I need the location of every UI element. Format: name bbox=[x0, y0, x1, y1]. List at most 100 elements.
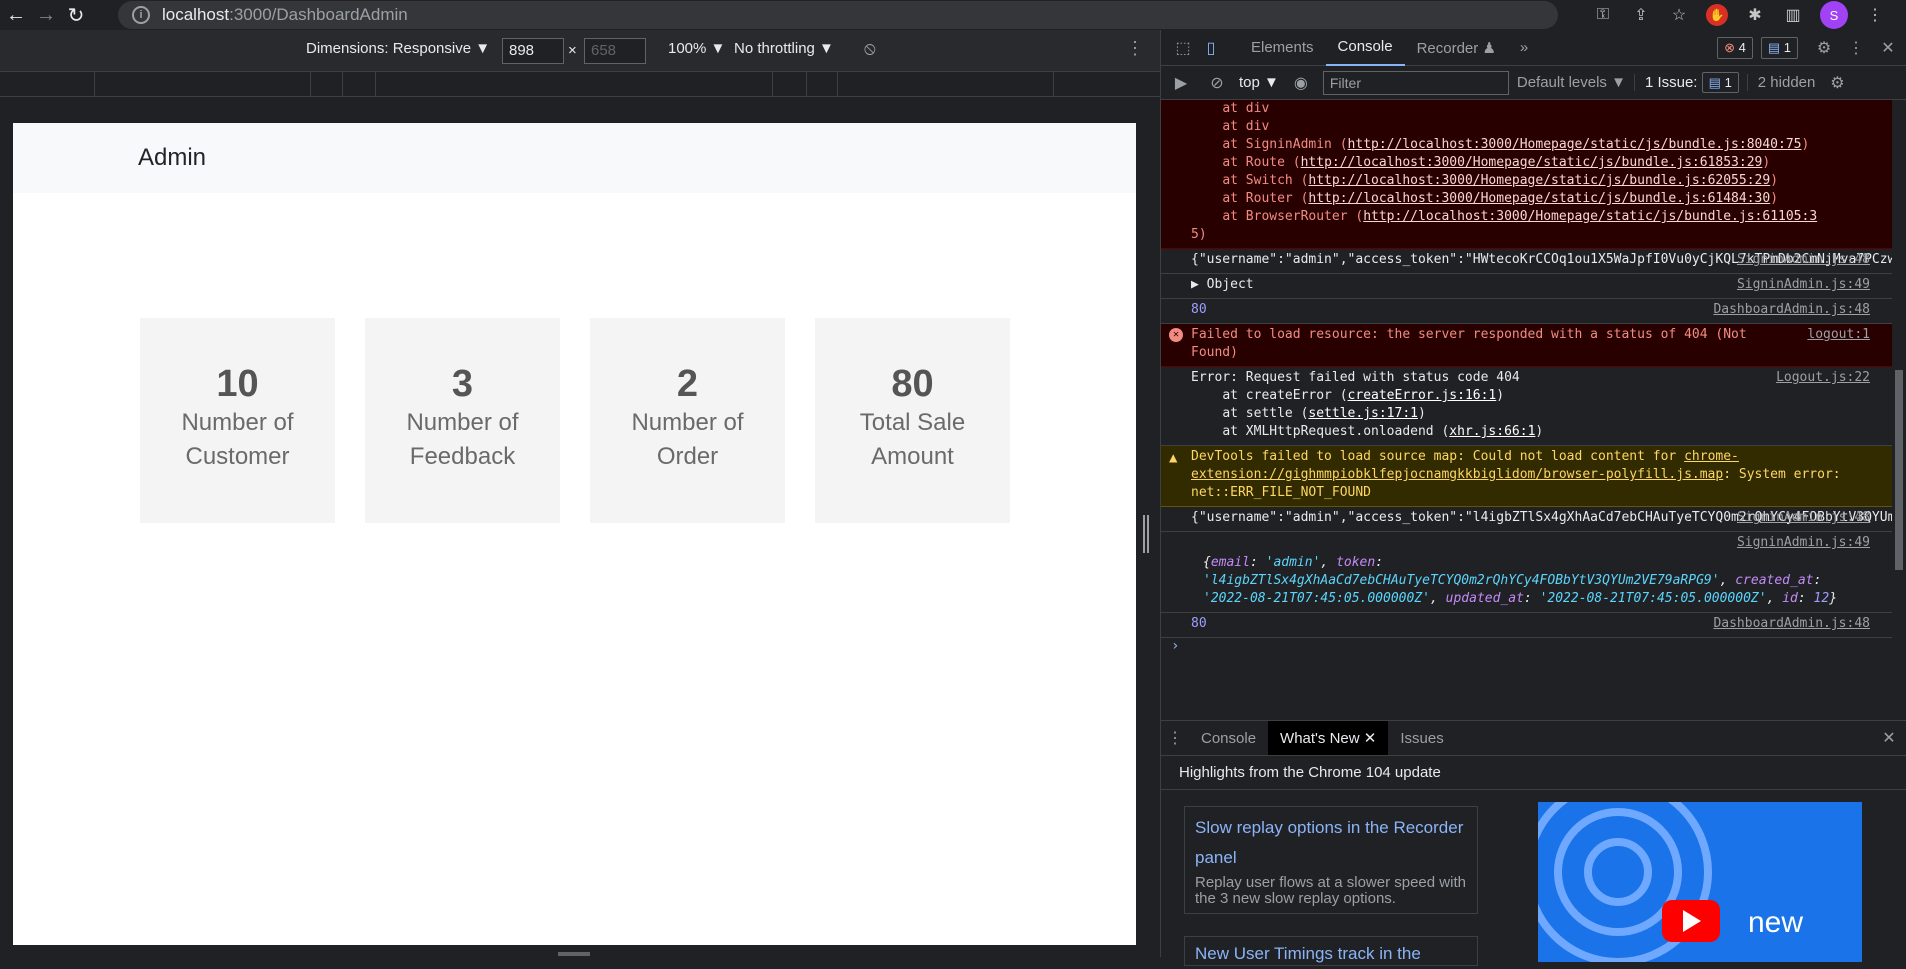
reload-icon[interactable]: ↻ bbox=[62, 1, 90, 29]
back-icon[interactable]: ← bbox=[2, 1, 30, 29]
side-panel-icon[interactable]: ▥ bbox=[1782, 4, 1804, 26]
stats-cards: 10 Number of Customer 3 Number of Feedba… bbox=[140, 318, 1010, 523]
card-value: 2 bbox=[676, 363, 699, 405]
object-toggle[interactable]: ▶ Object bbox=[1191, 277, 1254, 292]
drawer-tab-console[interactable]: Console bbox=[1189, 721, 1268, 755]
drawer-tab-whats-new[interactable]: What's New ✕ bbox=[1268, 721, 1389, 755]
emulated-viewport: Admin 10 Number of Customer 3 Number of … bbox=[13, 123, 1136, 945]
source-link[interactable]: DashboardAdmin.js:48 bbox=[1713, 301, 1870, 319]
extension-icon[interactable]: ✋ bbox=[1706, 4, 1728, 26]
console-toolbar: ▶ ⊘ top ▼ ◉ Filter Default levels ▼ 1 Is… bbox=[1161, 66, 1906, 100]
card-label: Number of Customer bbox=[181, 409, 294, 470]
profile-avatar[interactable]: S bbox=[1820, 1, 1848, 29]
feedback-count-card: 3 Number of Feedback bbox=[365, 318, 560, 523]
console-scrollbar[interactable] bbox=[1892, 100, 1906, 704]
zoom-select[interactable]: 100% ▼ bbox=[668, 40, 725, 57]
inspect-icon[interactable]: ⬚ bbox=[1169, 34, 1197, 62]
devtools-actions: ⊗ 4 ▤ 1 ⚙ ⋮ ✕ bbox=[1713, 34, 1902, 62]
error-count: 4 bbox=[1738, 40, 1746, 55]
site-info-icon[interactable]: i bbox=[132, 6, 150, 24]
console-log: 80 DashboardAdmin.js:48 bbox=[1161, 613, 1906, 638]
close-drawer-icon[interactable]: ✕ bbox=[1875, 724, 1903, 752]
source-link[interactable]: DashboardAdmin.js:48 bbox=[1713, 615, 1870, 633]
address-bar[interactable]: i localhost:3000/DashboardAdmin bbox=[118, 1, 1558, 29]
stack-link[interactable]: createError.js:16:1 bbox=[1348, 388, 1497, 403]
error-stack-message: at div at div at SigninAdmin (http://loc… bbox=[1161, 100, 1906, 249]
source-link[interactable]: SigninAdmin.js:48 bbox=[1737, 251, 1870, 269]
source-link[interactable]: SigninAdmin.js:49 bbox=[1737, 534, 1870, 552]
whats-new-image[interactable]: new bbox=[1538, 802, 1862, 962]
device-more-icon[interactable]: ⋮ bbox=[1126, 38, 1144, 59]
browser-toolbar: ← → ↻ i localhost:3000/DashboardAdmin ⚿ … bbox=[0, 0, 1906, 30]
hidden-count: 2 hidden bbox=[1746, 74, 1815, 91]
tab-elements[interactable]: Elements bbox=[1239, 30, 1326, 66]
tab-console[interactable]: Console bbox=[1325, 29, 1405, 66]
obj-key: created_at bbox=[1735, 573, 1814, 588]
viewport-bottom-handle[interactable] bbox=[558, 952, 590, 956]
obj-value: '2022-08-21T07:45:05.000000Z' bbox=[1539, 591, 1767, 606]
stack-link[interactable]: http://localhost:3000/Homepage/static/js… bbox=[1308, 191, 1770, 206]
stack-link[interactable]: settle.js:17:1 bbox=[1308, 406, 1418, 421]
customer-count-card: 10 Number of Customer bbox=[140, 318, 335, 523]
console-log: {"username":"admin","access_token":"l4ig… bbox=[1161, 507, 1906, 532]
source-link[interactable]: logout:1 bbox=[1807, 326, 1870, 344]
bookmark-star-icon[interactable]: ☆ bbox=[1668, 4, 1690, 26]
share-icon[interactable]: ⇪ bbox=[1630, 4, 1652, 26]
context-select[interactable]: top ▼ bbox=[1239, 74, 1279, 91]
key-icon[interactable]: ⚿ bbox=[1592, 4, 1614, 26]
whats-new-item[interactable]: Slow replay options in the Recorder pane… bbox=[1184, 806, 1478, 914]
clear-console-icon[interactable]: ⊘ bbox=[1203, 69, 1231, 97]
page-title: Admin bbox=[138, 144, 207, 171]
throttling-select[interactable]: No throttling ▼ bbox=[734, 40, 834, 57]
network-error-message: ✕ Failed to load resource: the server res… bbox=[1161, 324, 1906, 367]
console-settings-icon[interactable]: ⚙ bbox=[1823, 69, 1851, 97]
viewport-resize-handle[interactable] bbox=[1143, 515, 1149, 553]
stack-link[interactable]: http://localhost:3000/Homepage/static/js… bbox=[1363, 209, 1817, 224]
scroll-thumb[interactable] bbox=[1895, 370, 1903, 570]
obj-key: token bbox=[1336, 555, 1376, 570]
rotate-icon[interactable]: ⦸ bbox=[864, 38, 876, 59]
sidebar-toggle-icon[interactable]: ▶ bbox=[1167, 69, 1195, 97]
console-prompt[interactable]: › bbox=[1161, 638, 1906, 654]
issues-button[interactable]: 1 Issue: ▤ 1 bbox=[1633, 72, 1739, 93]
stack-link[interactable]: http://localhost:3000/Homepage/static/js… bbox=[1308, 173, 1770, 188]
object-preview[interactable]: {email: 'admin', token: 'l4igbZTlSx4gXhA… bbox=[1203, 555, 1837, 606]
error-count-badge[interactable]: ⊗ 4 bbox=[1717, 37, 1753, 59]
issue-count-badge[interactable]: ▤ 1 bbox=[1760, 37, 1798, 59]
card-value: 10 bbox=[216, 363, 259, 405]
devtools-menu-icon[interactable]: ⋮ bbox=[1842, 34, 1870, 62]
width-input[interactable]: 898 bbox=[502, 38, 564, 64]
source-link[interactable]: SigninAdmin.js:49 bbox=[1737, 276, 1870, 294]
source-link[interactable]: Logout.js:22 bbox=[1776, 369, 1870, 387]
live-expression-eye-icon[interactable]: ◉ bbox=[1287, 69, 1315, 97]
issues-label: 1 Issue: bbox=[1644, 74, 1702, 91]
source-link[interactable]: SigninAdmin.js:48 bbox=[1737, 509, 1870, 527]
obj-key: email bbox=[1210, 555, 1250, 570]
forward-icon[interactable]: → bbox=[32, 1, 60, 29]
stack-link[interactable]: http://localhost:3000/Homepage/static/js… bbox=[1348, 137, 1802, 152]
stack-link[interactable]: xhr.js:66:1 bbox=[1449, 424, 1535, 439]
more-tabs-icon[interactable]: » bbox=[1508, 30, 1540, 66]
more-menu-icon[interactable]: ⋮ bbox=[1864, 4, 1886, 26]
stack-text: ) bbox=[1535, 424, 1544, 439]
console-filter-input[interactable]: Filter bbox=[1322, 70, 1509, 95]
height-input[interactable]: 658 bbox=[584, 38, 646, 64]
media-query-ruler bbox=[0, 71, 1160, 97]
close-devtools-icon[interactable]: ✕ bbox=[1874, 34, 1902, 62]
error-icon: ⊗ bbox=[1724, 40, 1735, 55]
whats-new-item[interactable]: New User Timings track in the bbox=[1184, 936, 1478, 966]
tab-recorder[interactable]: Recorder ♟ bbox=[1405, 30, 1508, 66]
close-tab-icon[interactable]: ✕ bbox=[1364, 729, 1377, 747]
drawer-tab-issues[interactable]: Issues bbox=[1388, 721, 1455, 755]
device-toggle-icon[interactable]: ▯ bbox=[1197, 34, 1225, 62]
obj-value: 'admin' bbox=[1265, 555, 1321, 570]
obj-value: 'l4igbZTlSx4gXhAaCd7ebCHAuTyeTCYQ0m2rQhY… bbox=[1203, 573, 1720, 588]
puzzle-icon[interactable]: ✱ bbox=[1744, 4, 1766, 26]
drawer-menu-icon[interactable]: ⋮ bbox=[1161, 724, 1189, 752]
error-text: Failed to load resource: the server resp… bbox=[1191, 327, 1755, 360]
log-levels-select[interactable]: Default levels ▼ bbox=[1517, 74, 1626, 91]
dimensions-select[interactable]: Dimensions: Responsive ▼ bbox=[306, 40, 490, 57]
settings-gear-icon[interactable]: ⚙ bbox=[1810, 34, 1838, 62]
issue-number-badge: ▤ 1 bbox=[1701, 72, 1739, 93]
stack-link[interactable]: http://localhost:3000/Homepage/static/js… bbox=[1301, 155, 1763, 170]
